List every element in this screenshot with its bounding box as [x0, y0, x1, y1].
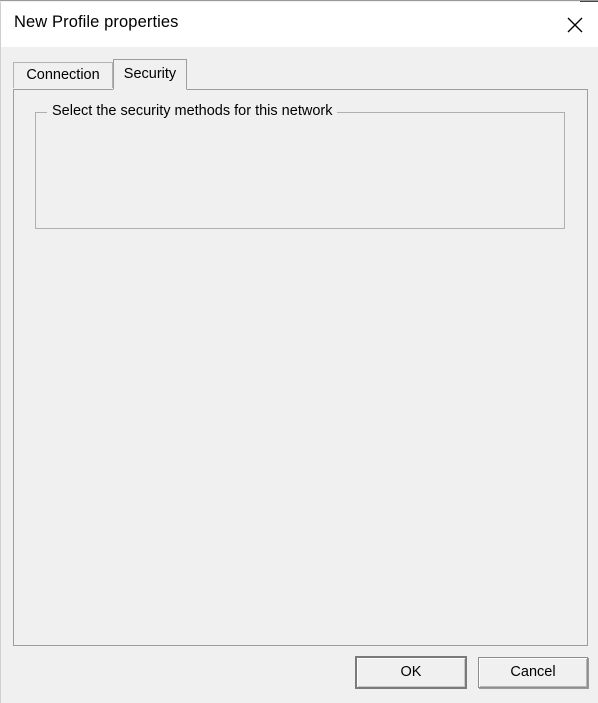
cancel-button[interactable]: Cancel: [478, 657, 588, 688]
security-methods-groupbox: [35, 112, 565, 229]
tab-security[interactable]: Security: [113, 59, 187, 90]
tab-connection[interactable]: Connection: [13, 62, 113, 88]
close-button[interactable]: [552, 2, 598, 47]
dialog-window: New Profile properties Connection Securi…: [0, 0, 598, 703]
window-title: New Profile properties: [14, 13, 179, 31]
title-bar: New Profile properties: [1, 2, 598, 47]
security-methods-groupbox-legend: Select the security methods for this net…: [47, 103, 338, 119]
ok-button[interactable]: OK: [355, 656, 467, 689]
window-left-border: [0, 2, 1, 703]
